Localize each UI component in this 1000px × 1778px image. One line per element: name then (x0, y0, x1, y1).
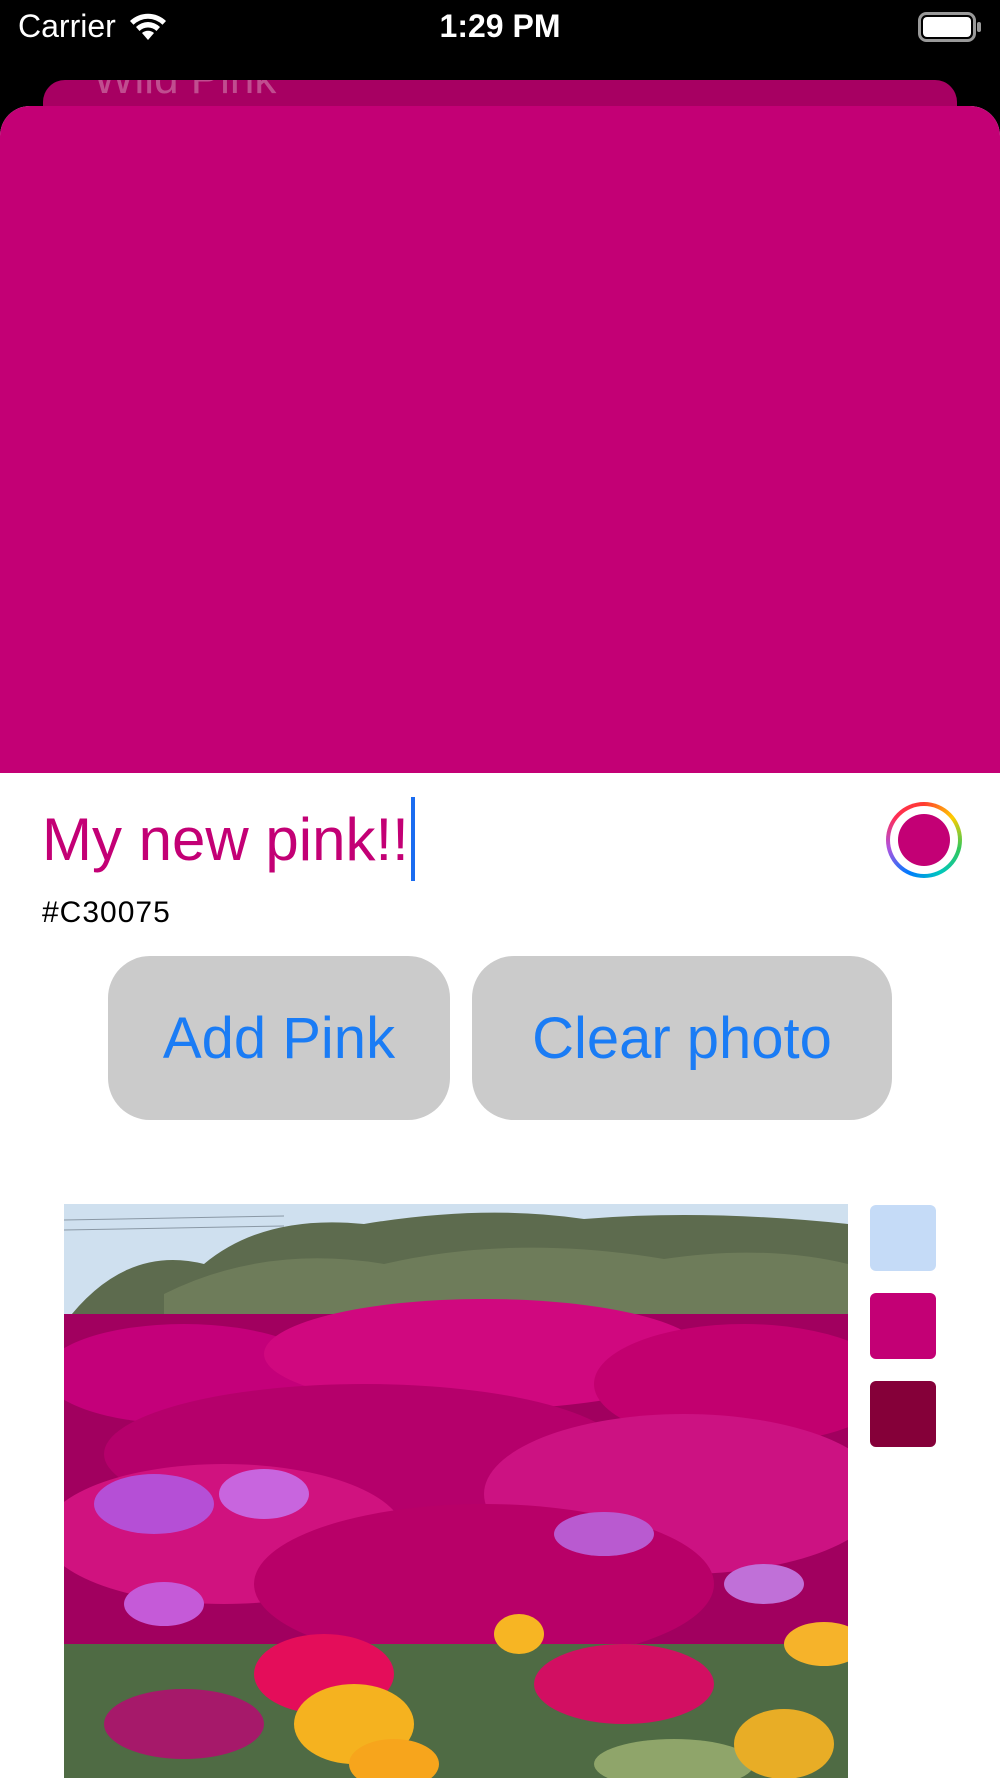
status-bar: Carrier 1:29 PM (0, 0, 1000, 80)
palette-swatch-light-blue[interactable] (870, 1205, 936, 1271)
color-picker-ring (890, 806, 958, 874)
name-row: My new pink!! (42, 794, 962, 884)
clear-photo-button[interactable]: Clear photo (472, 956, 892, 1120)
color-name-value: My new pink!! (42, 805, 409, 873)
hex-value-label: #C30075 (42, 896, 171, 929)
background-sheet-title: Wild Pink (93, 80, 276, 104)
color-picker-swatch (898, 814, 950, 866)
color-name-input[interactable]: My new pink!! (42, 794, 415, 884)
battery-icon (918, 12, 981, 42)
color-picker-button[interactable] (886, 802, 962, 878)
text-caret (410, 797, 415, 881)
status-time: 1:29 PM (439, 8, 561, 44)
color-preview (0, 106, 1000, 773)
color-editor-sheet: My new pink!! #C30075 Add Pink Clear pho… (0, 106, 1000, 1778)
add-pink-button[interactable]: Add Pink (108, 956, 450, 1120)
palette-swatch-dark-pink[interactable] (870, 1381, 936, 1447)
palette-swatch-pink[interactable] (870, 1293, 936, 1359)
flower-photo (64, 1204, 848, 1778)
flower-photo-image (64, 1204, 848, 1778)
